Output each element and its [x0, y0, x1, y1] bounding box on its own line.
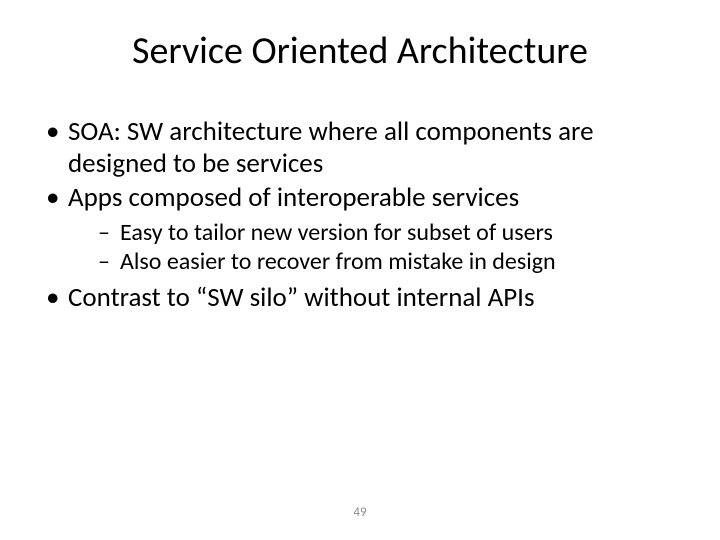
bullet-text: Contrast to “SW silo” without internal A… — [68, 281, 535, 314]
sub-bullet-item: Easy to tailor new version for subset of… — [68, 218, 680, 247]
bullet-item: Apps composed of interoperable services … — [40, 182, 680, 276]
sub-bullet-text: Also easier to recover from mistake in d… — [120, 247, 556, 276]
bullet-item: Contrast to “SW silo” without internal A… — [40, 282, 680, 314]
sub-bullet-item: Also easier to recover from mistake in d… — [68, 247, 680, 276]
page-number: 49 — [0, 505, 720, 520]
slide-content: SOA: SW architecture where all component… — [40, 116, 680, 314]
bullet-text: SOA: SW architecture where all component… — [68, 115, 594, 180]
bullet-item: SOA: SW architecture where all component… — [40, 116, 680, 180]
slide: Service Oriented Architecture SOA: SW ar… — [0, 0, 720, 540]
bullet-list: SOA: SW architecture where all component… — [40, 116, 680, 314]
sub-bullet-text: Easy to tailor new version for subset of… — [120, 218, 553, 247]
bullet-text: Apps composed of interoperable services — [68, 181, 519, 214]
slide-title: Service Oriented Architecture — [40, 28, 680, 74]
sub-bullet-list: Easy to tailor new version for subset of… — [68, 218, 680, 277]
